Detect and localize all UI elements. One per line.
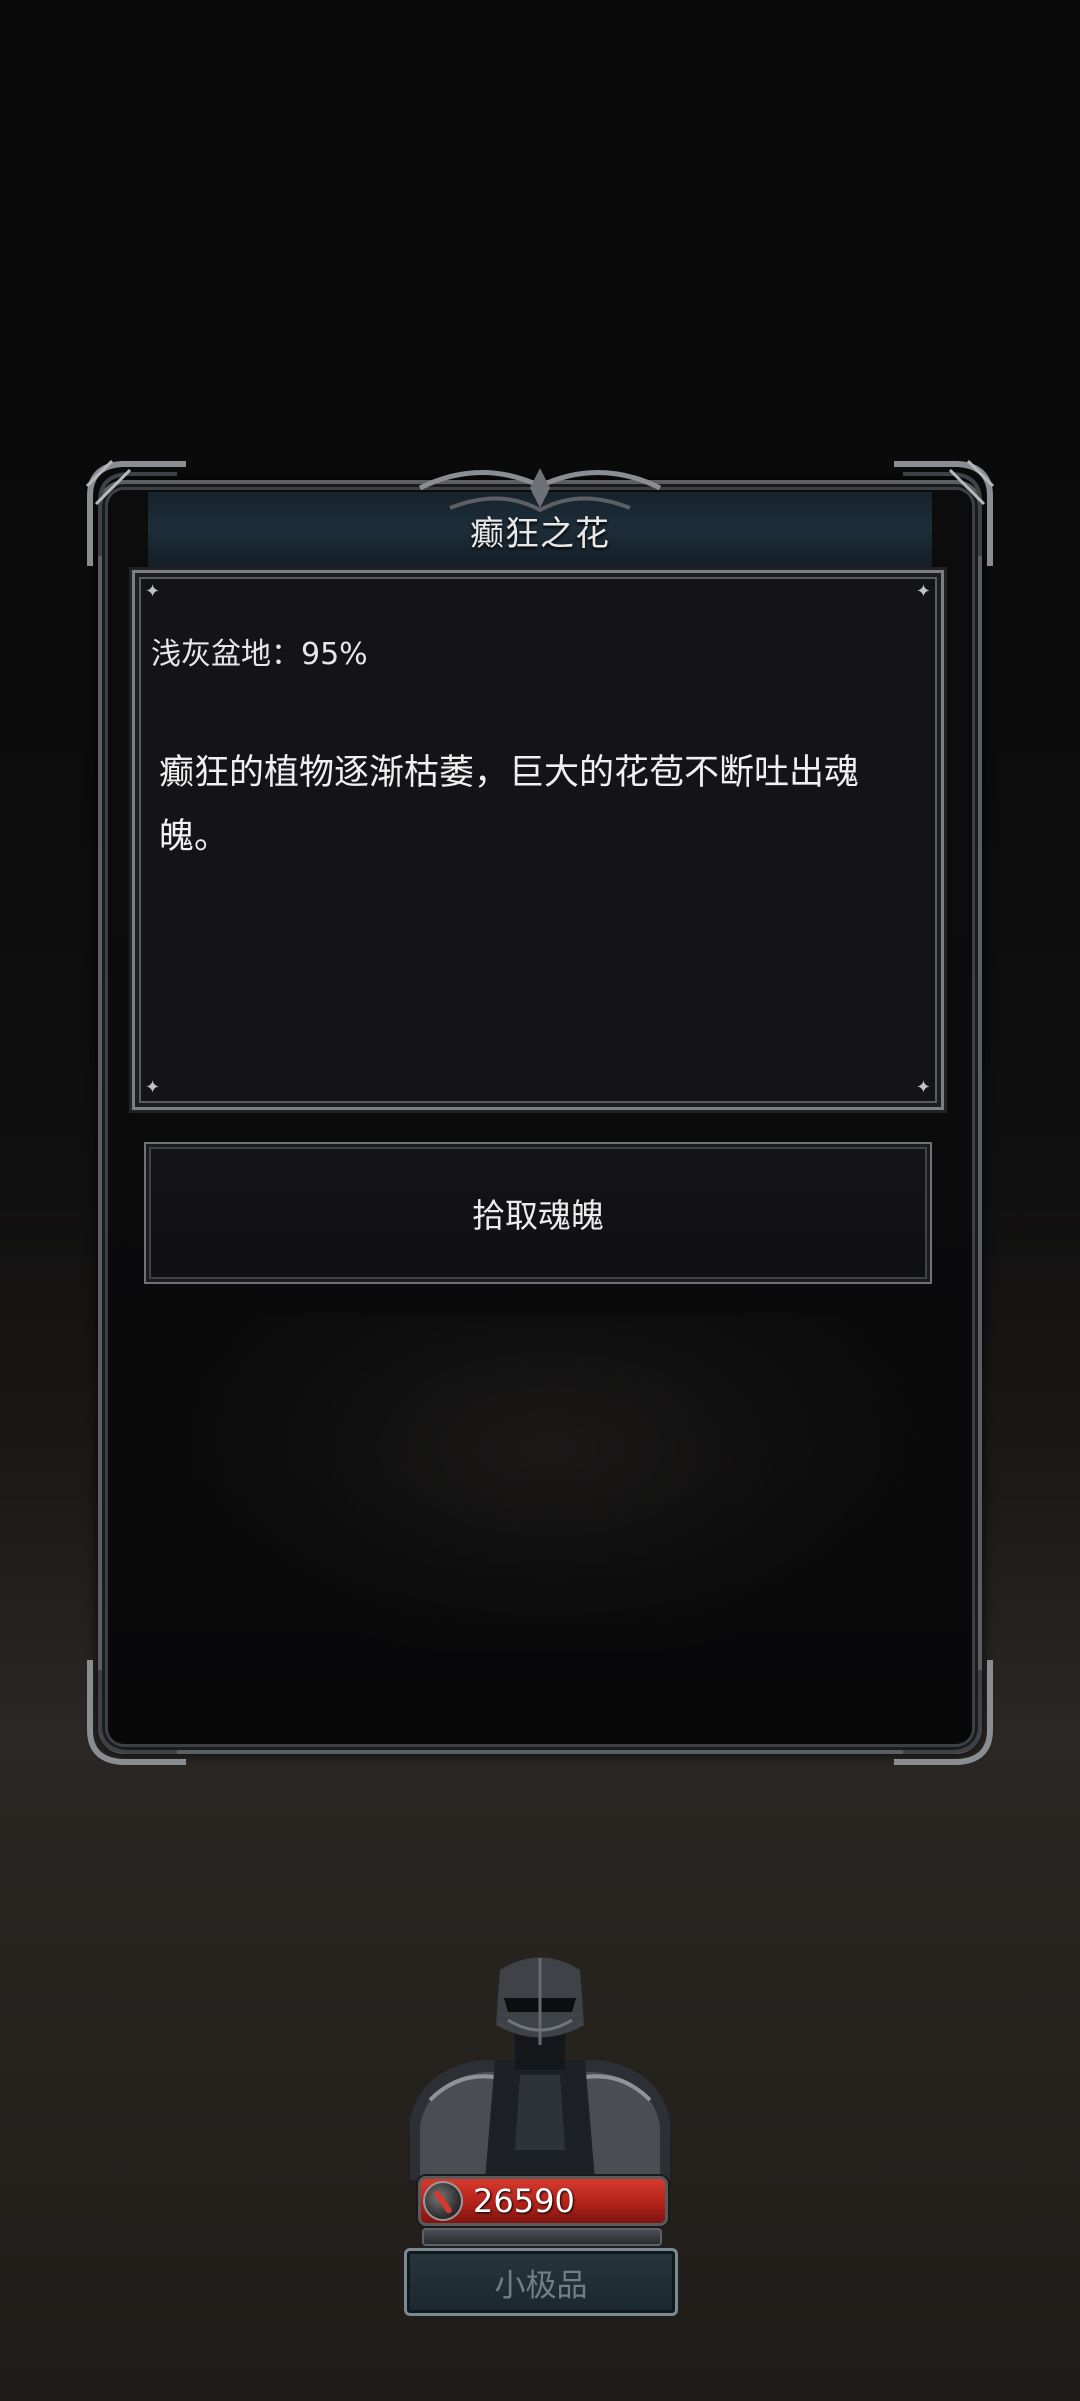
event-panel: 癫狂之花 ✦ ✦ ✦ ✦ 浅灰盆地：95% 癫狂的植物逐渐枯萎，巨大的花苞不断吐… (85, 459, 995, 1765)
corner-ornament-icon (87, 1660, 186, 1765)
sparkle-icon: ✦ (915, 1077, 931, 1098)
event-description-box: ✦ ✦ ✦ ✦ 浅灰盆地：95% 癫狂的植物逐渐枯萎，巨大的花苞不断吐出魂魄。 (132, 570, 944, 1110)
sparkle-icon: ✦ (915, 581, 931, 602)
corner-ornament-icon (894, 1660, 993, 1765)
region-progress: 浅灰盆地：95% (151, 637, 368, 672)
sparkle-icon: ✦ (145, 581, 161, 602)
soul-blade-icon (423, 2181, 463, 2221)
event-title: 癫狂之花 (470, 514, 610, 554)
event-description: 癫狂的植物逐渐枯萎，巨大的花苞不断吐出魂魄。 (159, 753, 860, 857)
rank-badge[interactable]: 小极品 (404, 2248, 678, 2316)
soul-count: 26590 (473, 2182, 575, 2220)
soul-counter: 26590 (418, 2176, 668, 2226)
sparkle-icon: ✦ (145, 1077, 161, 1098)
collect-souls-button[interactable]: 拾取魂魄 (144, 1142, 932, 1284)
experience-bar (422, 2228, 662, 2246)
